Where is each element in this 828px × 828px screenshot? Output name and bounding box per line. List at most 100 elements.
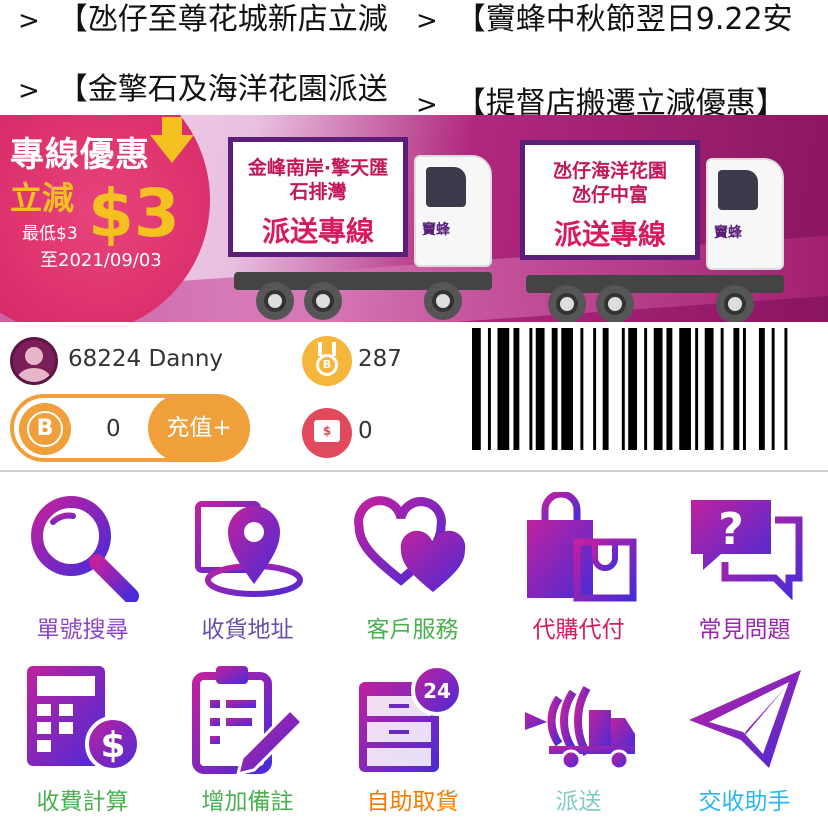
shopping-bag-icon xyxy=(527,492,637,602)
barcode-bar xyxy=(771,328,775,450)
barcode-bar xyxy=(679,328,691,450)
medal-icon[interactable]: B xyxy=(302,336,352,386)
truck-line2: 石排灣 xyxy=(289,181,347,203)
barcode-bar xyxy=(561,328,573,450)
grid-item-address[interactable]: 收貨地址 xyxy=(165,478,330,650)
barcode-bar xyxy=(593,328,597,450)
function-grid: 單號搜尋 收貨地址 客戶服務 代購代付 ? 常見問題 $ 收費計算 增加備註 2… xyxy=(0,478,828,828)
grid-item-label: 客戶服務 xyxy=(366,617,459,643)
promo-date: 至2021/09/03 xyxy=(40,250,162,271)
grid-item-label: 常見問題 xyxy=(698,617,791,643)
promo-banner[interactable]: 專線優惠 立減 $3 最低$3 至2021/09/03 金峰南岸·擎天匯 石排灣… xyxy=(0,115,828,322)
wallet-pill: B 0 充值+ xyxy=(10,394,250,462)
grid-item-label: 收費計算 xyxy=(36,789,129,815)
wheel-icon xyxy=(596,285,634,322)
grid-item-assistant[interactable]: 交收助手 xyxy=(662,650,827,822)
grid-item-label: 增加備註 xyxy=(201,789,294,815)
barcode-bar xyxy=(733,328,740,450)
promo-title: 專線優惠 xyxy=(10,135,150,175)
barcode-bar xyxy=(653,328,663,450)
coupon-count: 0 xyxy=(358,418,373,444)
barcode-bar xyxy=(535,328,545,450)
truck-logo: 竇蜂 xyxy=(422,222,450,238)
grid-item-purchase[interactable]: 代購代付 xyxy=(496,478,661,650)
topup-button[interactable]: 充值+ xyxy=(148,394,250,462)
grid-item-label: 自助取貨 xyxy=(366,789,459,815)
truck-cab: 竇蜂 xyxy=(414,155,492,267)
ticker-arrow: > xyxy=(18,76,40,106)
member-barcode[interactable] xyxy=(472,328,794,450)
truck-line2: 氹仔中富 xyxy=(571,184,648,206)
calculator-dollar-icon: $ xyxy=(27,666,141,772)
truck-sign: 氹仔海洋花園 氹仔中富 派送專線 xyxy=(520,140,700,260)
grid-item-faq[interactable]: ? 常見問題 xyxy=(662,478,827,650)
truck-sign: 金峰南岸·擎天匯 石排灣 派送專線 xyxy=(228,137,408,257)
grid-item-label: 交收助手 xyxy=(698,789,791,815)
paper-plane-icon xyxy=(689,670,801,768)
truck-window xyxy=(426,167,466,207)
promo-minimum: 最低$3 xyxy=(22,224,78,244)
barcode-bar xyxy=(720,328,724,450)
news-ticker: > 【氹仔至尊花城新店立減 > 【竇蜂中秋節翌日9.22安 > 【金擎石及海洋花園派送… xyxy=(0,0,828,121)
wallet-balance: 0 xyxy=(106,416,121,442)
grid-item-label: 代購代付 xyxy=(532,617,625,643)
grid-item-selfpickup[interactable]: 24 自助取貨 xyxy=(330,650,495,822)
username: 68224 Danny xyxy=(68,346,224,372)
promo-amount: $3 xyxy=(88,175,180,252)
ticker-text: 【竇蜂中秋節翌日9.22安 xyxy=(455,2,793,37)
locker-24h-icon: 24 xyxy=(359,664,463,772)
grid-item-calculator[interactable]: $ 收費計算 xyxy=(0,650,165,822)
barcode-bar xyxy=(666,328,673,450)
grid-item-label: 派送 xyxy=(555,789,602,815)
truck-line1: 氹仔海洋花園 xyxy=(552,160,667,182)
truck-logo: 竇蜂 xyxy=(714,225,742,241)
barcode-bar xyxy=(644,328,648,450)
ticker-item[interactable]: > 【氹仔至尊花城新店立減 xyxy=(18,0,408,41)
svg-text:?: ? xyxy=(718,504,744,555)
ticker-arrow: > xyxy=(416,6,438,36)
truck-cab: 竇蜂 xyxy=(706,158,784,270)
ticker-arrow: > xyxy=(18,6,40,36)
barcode-bar xyxy=(602,328,609,450)
user-info-panel: 68224 Danny B 287 B 0 充值+ $ 0 xyxy=(0,322,828,472)
barcode-bar xyxy=(580,328,584,450)
wheel-icon xyxy=(256,282,294,320)
wheel-icon xyxy=(548,285,586,322)
barcode-bar xyxy=(758,328,765,450)
barcode-bar xyxy=(497,328,510,450)
location-pin-icon xyxy=(195,501,303,597)
magnifier-icon xyxy=(31,496,139,602)
hearts-icon xyxy=(354,496,466,592)
grid-item-notes[interactable]: 增加備註 xyxy=(165,650,330,822)
down-arrow-icon xyxy=(150,117,194,163)
barcode-bar xyxy=(742,328,746,450)
points-value: 287 xyxy=(358,346,402,372)
avatar[interactable] xyxy=(10,337,58,385)
ticker-text: 【金擎石及海洋花園派送 xyxy=(57,72,388,107)
svg-text:24: 24 xyxy=(423,679,451,703)
barcode-bar xyxy=(551,328,558,450)
barcode-bar xyxy=(704,328,714,450)
grid-item-support[interactable]: 客戶服務 xyxy=(330,478,495,650)
coupon-icon[interactable]: $ xyxy=(302,408,352,458)
ticker-item[interactable]: > 【竇蜂中秋節翌日9.22安 xyxy=(416,0,828,41)
barcode-bar xyxy=(472,328,481,450)
promo-subtitle: 立減 xyxy=(10,179,75,217)
ticker-item[interactable]: > 【金擎石及海洋花園派送 xyxy=(18,70,408,111)
grid-item-tracking[interactable]: 單號搜尋 xyxy=(0,478,165,650)
barcode-bar xyxy=(784,328,788,450)
barcode-bar xyxy=(487,328,491,450)
medal-coin: B xyxy=(316,354,338,376)
coin-icon: B xyxy=(19,403,71,455)
wheel-icon xyxy=(424,282,462,320)
barcode-bar xyxy=(695,328,699,450)
grid-item-label: 收貨地址 xyxy=(201,617,294,643)
ticker-text: 【氹仔至尊花城新店立減 xyxy=(57,2,388,37)
grid-item-delivery[interactable]: 派送 xyxy=(496,650,661,822)
barcode-bar xyxy=(513,328,520,450)
wheel-icon xyxy=(304,282,342,320)
truck-line3: 派送專線 xyxy=(553,218,666,251)
barcode-bar xyxy=(628,328,638,450)
delivery-truck-icon xyxy=(525,685,635,771)
truck-line3: 派送專線 xyxy=(261,215,374,248)
